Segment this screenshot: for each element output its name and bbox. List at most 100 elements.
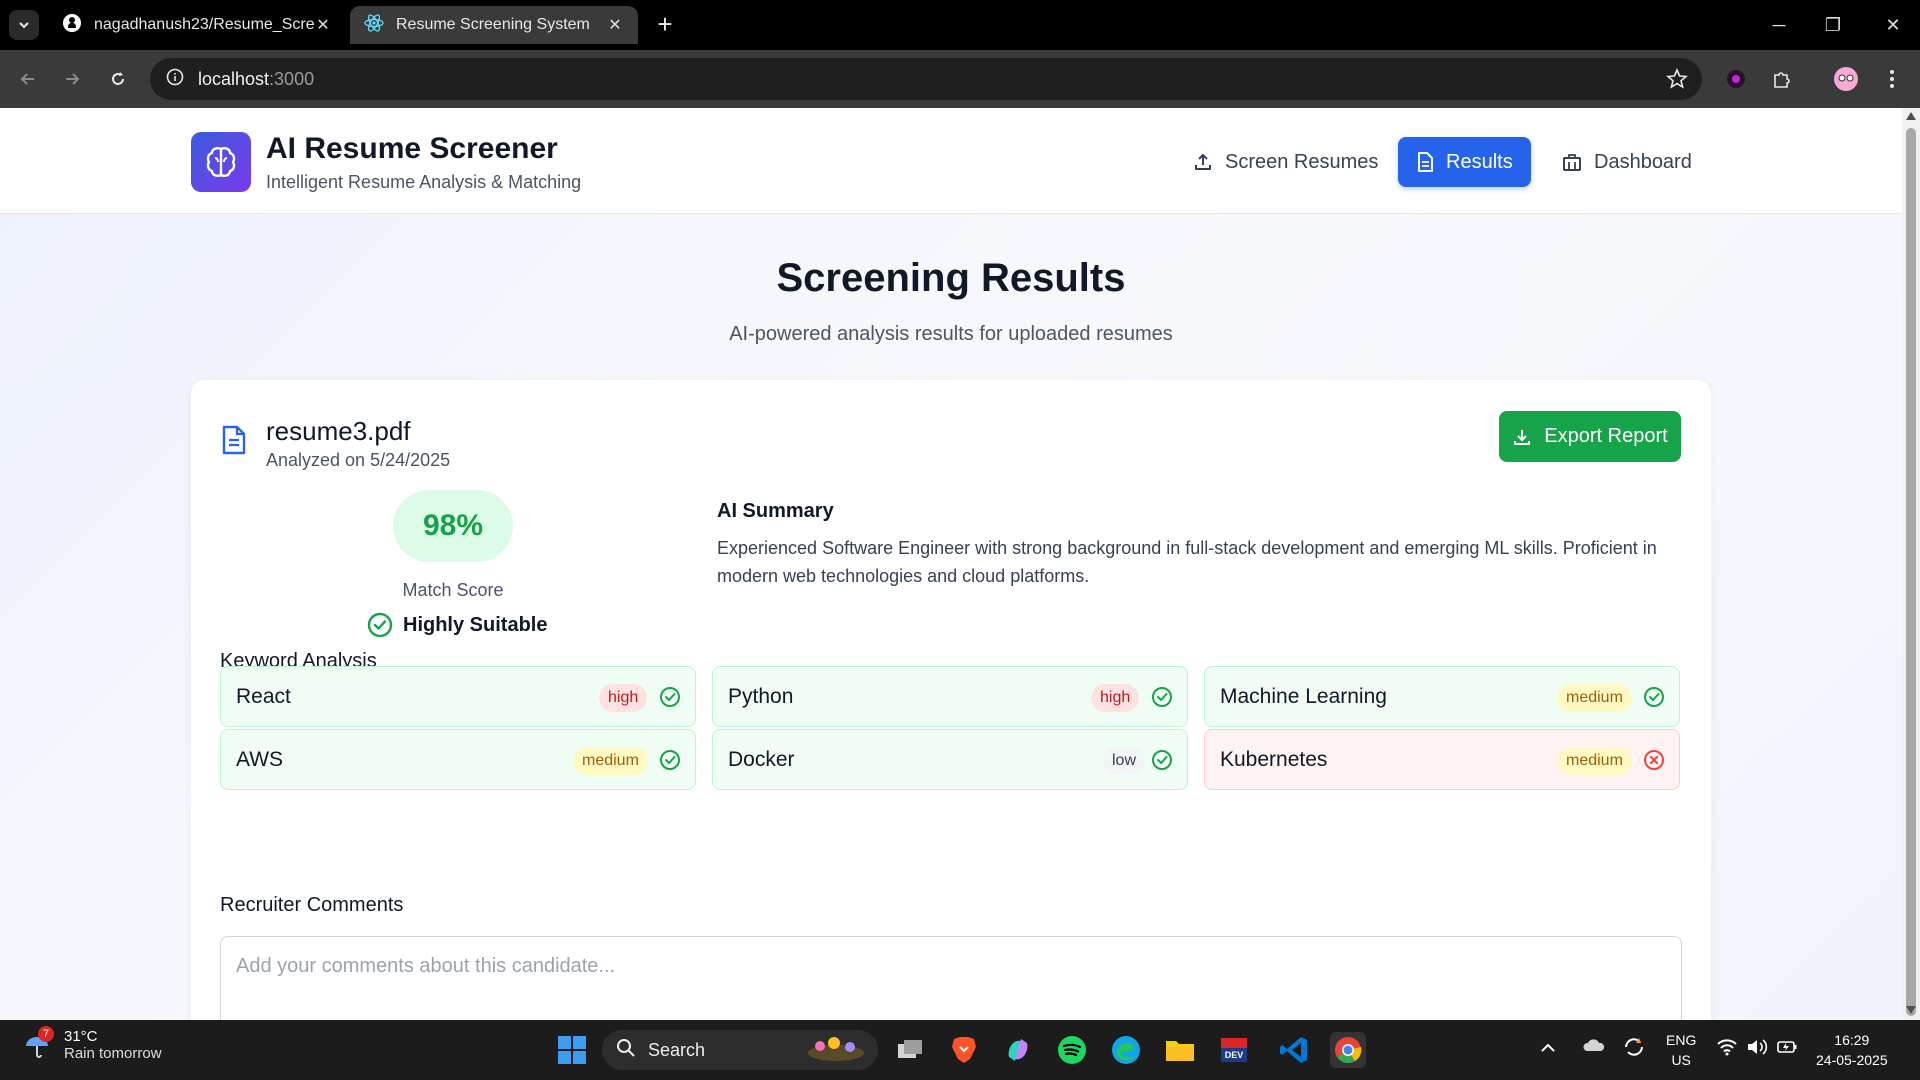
keyword-name: Machine Learning bbox=[1220, 685, 1387, 708]
browser-tab-bar: nagadhanush23/Resume_Screening ✕ Resume … bbox=[0, 0, 1920, 50]
copilot-icon[interactable] bbox=[1000, 1032, 1036, 1068]
nav-label: Screen Resumes bbox=[1225, 150, 1379, 173]
check-circle-icon bbox=[1151, 686, 1173, 708]
nav-screen-resumes[interactable]: Screen Resumes bbox=[1175, 137, 1396, 187]
upload-icon bbox=[1193, 152, 1213, 172]
url-port: :3000 bbox=[269, 68, 315, 89]
scroll-down-icon[interactable] bbox=[1906, 1006, 1916, 1014]
check-circle-icon bbox=[367, 612, 393, 638]
keyword-name: React bbox=[236, 685, 291, 708]
nav-label: Dashboard bbox=[1594, 150, 1692, 173]
match-score-label: Match Score bbox=[402, 580, 504, 600]
tab-resume-screening[interactable]: Resume Screening System ✕ bbox=[350, 6, 638, 44]
building-icon bbox=[1562, 152, 1582, 172]
restore-icon[interactable]: ❐ bbox=[1806, 6, 1860, 44]
extension-badge-icon[interactable] bbox=[1720, 63, 1752, 95]
react-icon bbox=[364, 13, 384, 38]
importance-badge: high bbox=[1091, 684, 1140, 712]
importance-badge: high bbox=[599, 684, 648, 712]
suitability-status: Highly Suitable bbox=[367, 612, 547, 638]
task-view-icon[interactable] bbox=[892, 1032, 928, 1068]
address-bar[interactable]: localhost:3000 bbox=[150, 58, 1702, 100]
volume-icon[interactable] bbox=[1746, 1038, 1768, 1061]
page-scrollbar[interactable] bbox=[1902, 108, 1920, 1020]
edge-icon[interactable] bbox=[1108, 1032, 1144, 1068]
back-icon[interactable] bbox=[12, 63, 44, 95]
nav-results[interactable]: Results bbox=[1398, 137, 1531, 187]
check-circle-icon bbox=[1151, 749, 1173, 771]
page-viewport: AI Resume Screener Intelligent Resume An… bbox=[0, 108, 1902, 1020]
forward-icon[interactable] bbox=[56, 63, 88, 95]
reload-icon[interactable] bbox=[102, 63, 134, 95]
ai-summary-title: AI Summary bbox=[717, 500, 834, 522]
windows-taskbar: 7 31°C Rain tomorrow Search DEV ENG US 1… bbox=[0, 1020, 1920, 1080]
recruiter-comments-input[interactable] bbox=[220, 936, 1682, 1020]
download-icon bbox=[1512, 427, 1532, 447]
check-circle-icon bbox=[659, 749, 681, 771]
x-circle-icon bbox=[1643, 749, 1665, 771]
vscode-icon[interactable] bbox=[1276, 1032, 1312, 1068]
search-label: Search bbox=[648, 1039, 706, 1060]
brand-title: AI Resume Screener bbox=[266, 132, 558, 165]
weather-condition: Rain tomorrow bbox=[64, 1045, 162, 1062]
clock-time: 16:29 bbox=[1834, 1032, 1870, 1048]
keyword-item: React high bbox=[220, 666, 696, 727]
clock[interactable]: 16:29 24-05-2025 bbox=[1816, 1030, 1888, 1070]
show-hidden-icons[interactable] bbox=[1540, 1038, 1556, 1058]
tab-title: Resume Screening System bbox=[396, 16, 590, 33]
export-report-button[interactable]: Export Report bbox=[1499, 411, 1681, 462]
scrollbar-thumb[interactable] bbox=[1906, 128, 1916, 1016]
search-icon bbox=[616, 1038, 636, 1063]
tab-title: nagadhanush23/Resume_Screening bbox=[94, 16, 314, 33]
page-title: Screening Results bbox=[776, 256, 1126, 300]
result-card: resume3.pdf Analyzed on 5/24/2025 Export… bbox=[191, 380, 1711, 1020]
nav-label: Results bbox=[1446, 150, 1513, 173]
wifi-icon[interactable] bbox=[1716, 1038, 1738, 1061]
new-tab-button[interactable]: + bbox=[650, 10, 680, 40]
weather-widget[interactable]: 7 31°C Rain tomorrow bbox=[22, 1026, 162, 1062]
browser-menu-icon[interactable] bbox=[1876, 63, 1908, 95]
close-tab-icon[interactable]: ✕ bbox=[314, 15, 332, 35]
ai-summary-text: Experienced Software Engineer with stron… bbox=[717, 538, 1657, 586]
keyword-name: Docker bbox=[728, 748, 795, 771]
search-highlight-icon bbox=[804, 1033, 868, 1068]
tab-search-button[interactable] bbox=[9, 10, 39, 40]
match-score-badge: 98% bbox=[393, 490, 513, 562]
dev-app-icon[interactable]: DEV bbox=[1216, 1032, 1252, 1068]
file-name: resume3.pdf bbox=[266, 416, 411, 446]
minimize-icon[interactable]: ─ bbox=[1752, 6, 1806, 44]
nav-dashboard[interactable]: Dashboard bbox=[1544, 137, 1710, 187]
region-code: US bbox=[1671, 1052, 1691, 1068]
weather-temp: 31°C bbox=[64, 1028, 98, 1045]
keyword-item: AWS medium bbox=[220, 729, 696, 790]
url-host: localhost bbox=[198, 68, 270, 89]
windows-start-icon[interactable] bbox=[554, 1032, 590, 1068]
close-tab-icon[interactable]: ✕ bbox=[606, 15, 624, 35]
taskbar-search[interactable]: Search bbox=[602, 1030, 878, 1070]
onedrive-icon[interactable] bbox=[1582, 1036, 1606, 1059]
importance-badge: medium bbox=[1557, 747, 1632, 775]
importance-badge: medium bbox=[573, 747, 648, 775]
spotify-icon[interactable] bbox=[1054, 1032, 1090, 1068]
extensions-puzzle-icon[interactable] bbox=[1766, 63, 1798, 95]
keyword-item: Python high bbox=[712, 666, 1188, 727]
keyword-item: Kubernetes medium bbox=[1204, 729, 1680, 790]
file-explorer-icon[interactable] bbox=[1162, 1032, 1198, 1068]
chrome-icon[interactable] bbox=[1330, 1032, 1366, 1068]
sync-icon[interactable] bbox=[1622, 1036, 1646, 1063]
brave-browser-icon[interactable] bbox=[946, 1032, 982, 1068]
site-info-icon[interactable] bbox=[166, 68, 184, 91]
tab-github[interactable]: nagadhanush23/Resume_Screening ✕ bbox=[48, 6, 346, 44]
suitability-label: Highly Suitable bbox=[403, 613, 548, 636]
language-indicator[interactable]: ENG US bbox=[1666, 1030, 1696, 1070]
close-window-icon[interactable]: ✕ bbox=[1866, 6, 1920, 44]
export-label: Export Report bbox=[1544, 425, 1668, 447]
battery-icon[interactable] bbox=[1776, 1038, 1798, 1061]
profile-avatar[interactable] bbox=[1830, 63, 1862, 95]
keyword-name: Python bbox=[728, 685, 794, 708]
brain-logo-icon bbox=[191, 132, 251, 192]
file-icon bbox=[221, 425, 247, 460]
svg-text:DEV: DEV bbox=[1225, 1050, 1244, 1060]
bookmark-star-icon[interactable] bbox=[1666, 67, 1688, 95]
scroll-up-icon[interactable] bbox=[1906, 112, 1916, 120]
